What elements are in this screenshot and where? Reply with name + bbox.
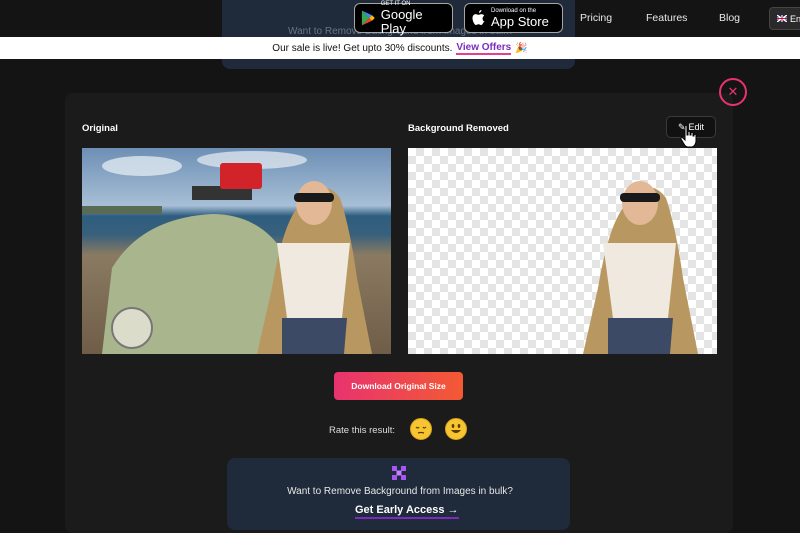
get-early-access-link[interactable]: Get Early Access →	[355, 504, 459, 519]
sad-emoji-icon[interactable]	[410, 418, 432, 440]
bulk-text: Want to Remove Background from Images in…	[287, 486, 513, 497]
close-icon: ✕	[727, 84, 739, 99]
nav-pricing[interactable]: Pricing	[580, 12, 612, 24]
nav-blog[interactable]: Blog	[719, 12, 740, 24]
google-play-label: Google Play	[380, 6, 423, 36]
apple-icon	[472, 10, 485, 25]
download-original-button[interactable]: Download Original Size	[334, 372, 463, 400]
hand-cursor-icon	[680, 124, 697, 148]
promo-bar: Our sale is live! Get upto 30% discounts…	[0, 37, 800, 59]
app-store-button[interactable]: Download on the App Store	[464, 3, 563, 33]
original-image	[82, 148, 391, 354]
close-button[interactable]: ✕	[719, 78, 747, 106]
bulk-logo-icon	[392, 466, 406, 480]
original-label: Original	[82, 123, 118, 134]
language-label: En	[790, 13, 800, 24]
happy-emoji-icon[interactable]	[445, 418, 467, 440]
language-selector[interactable]: En	[769, 7, 800, 30]
app-store-label: App Store	[491, 13, 549, 29]
google-play-icon	[361, 10, 375, 26]
background-removed-label: Background Removed	[408, 123, 509, 134]
google-play-button[interactable]: GET IT ON Google Play	[354, 1, 453, 36]
rate-label: Rate this result:	[329, 425, 395, 436]
view-offers-link[interactable]: View Offers	[456, 42, 512, 55]
nav-features[interactable]: Features	[646, 12, 687, 24]
uk-flag-icon	[777, 15, 787, 22]
background-removed-image	[408, 148, 717, 354]
promo-text: Our sale is live! Get upto 30% discounts…	[272, 42, 453, 54]
party-icon: 🎉	[515, 42, 528, 54]
